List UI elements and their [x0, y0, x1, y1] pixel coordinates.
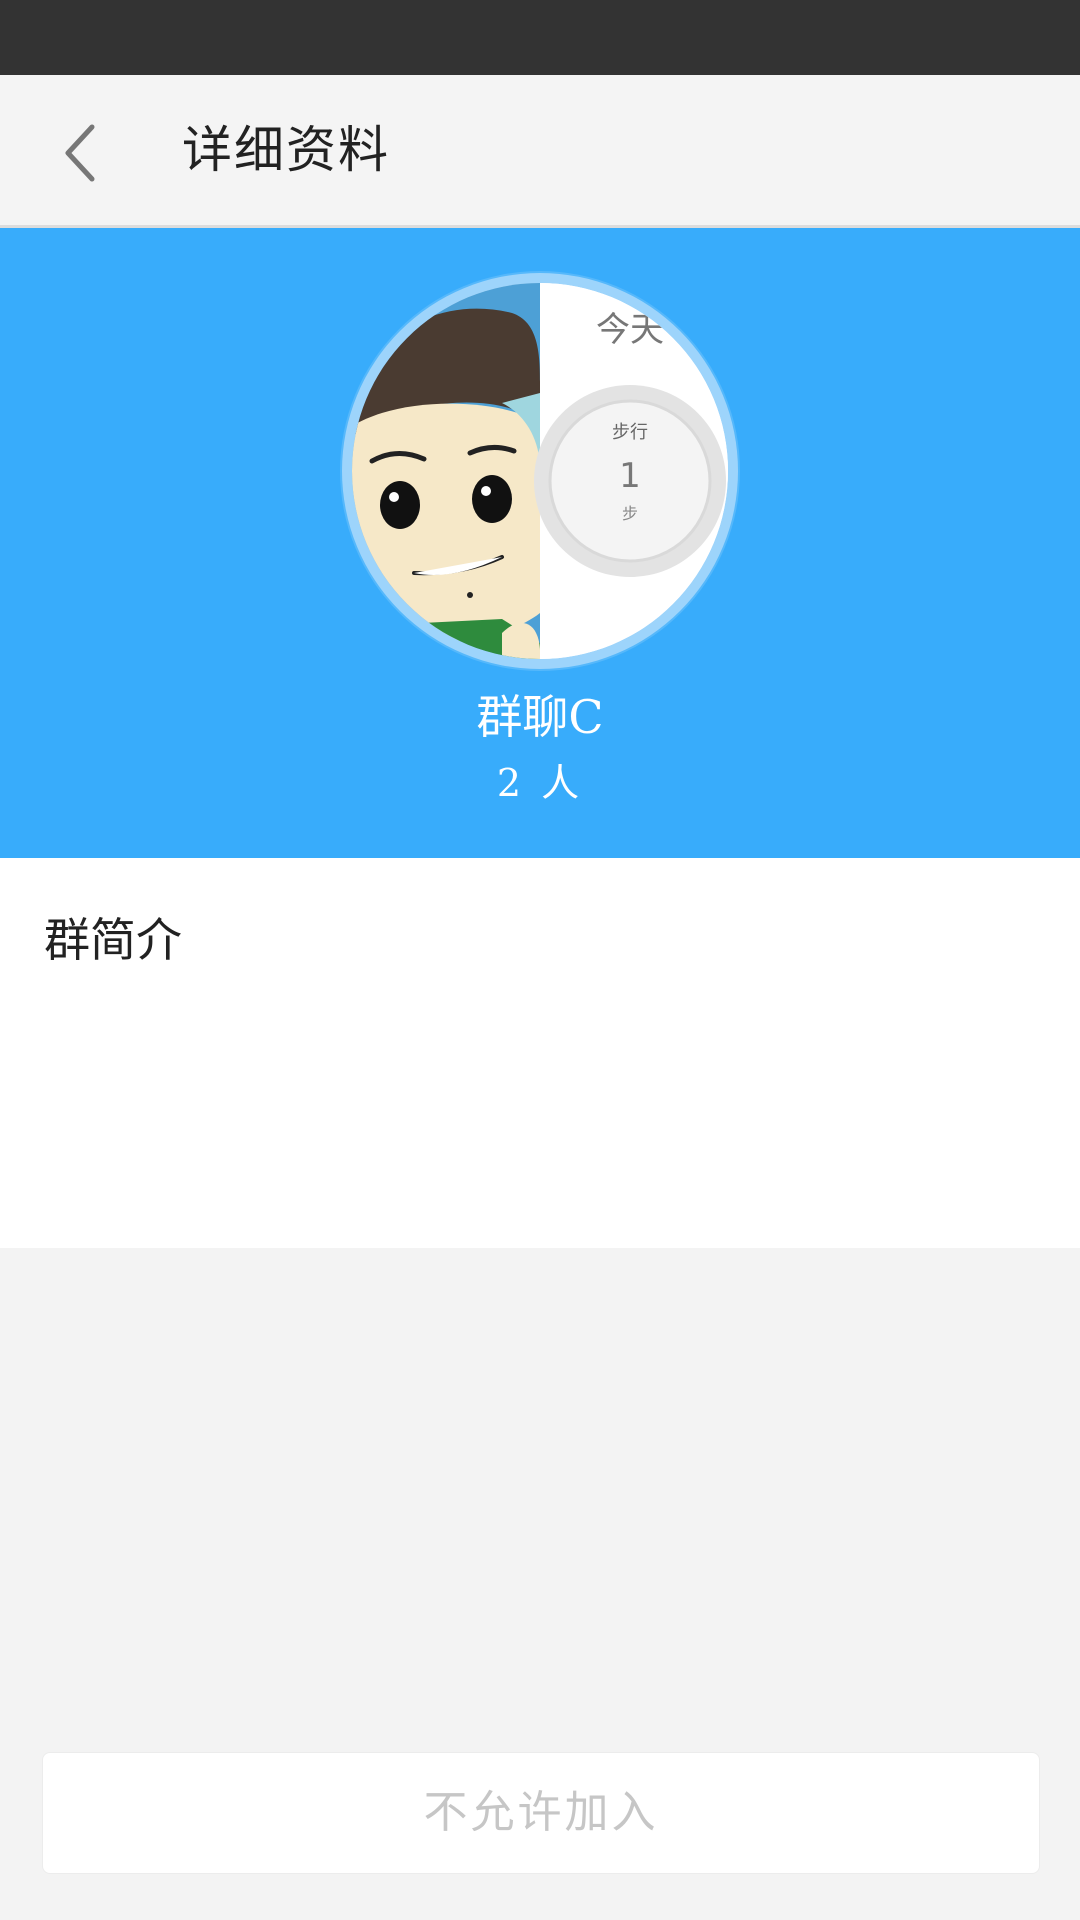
group-intro-section: 群简介	[0, 858, 1080, 1248]
avatar-steps-value: 1	[619, 456, 641, 496]
avatar-steps-unit: 步	[622, 504, 638, 523]
status-bar	[0, 0, 1080, 75]
back-button[interactable]	[40, 105, 120, 195]
group-name: 群聊C	[476, 690, 604, 744]
group-avatar[interactable]: 今天 步行 1 步	[342, 273, 738, 669]
page-title: 详细资料	[182, 121, 390, 179]
avatar-today-label: 今天	[596, 310, 664, 350]
avatar: 今天 步行 1 步	[352, 283, 728, 659]
avatar-image: 今天 步行 1 步	[352, 283, 728, 659]
join-group-button[interactable]: 不允许加入	[42, 1752, 1040, 1874]
top-bar: 详细资料	[0, 75, 1080, 228]
chevron-left-icon	[65, 124, 95, 182]
group-intro-heading: 群简介	[44, 913, 182, 967]
group-header: 今天 步行 1 步 群聊C 2 人	[0, 228, 1080, 858]
avatar-walk-label: 步行	[612, 422, 648, 443]
member-count: 2 人	[496, 761, 584, 805]
